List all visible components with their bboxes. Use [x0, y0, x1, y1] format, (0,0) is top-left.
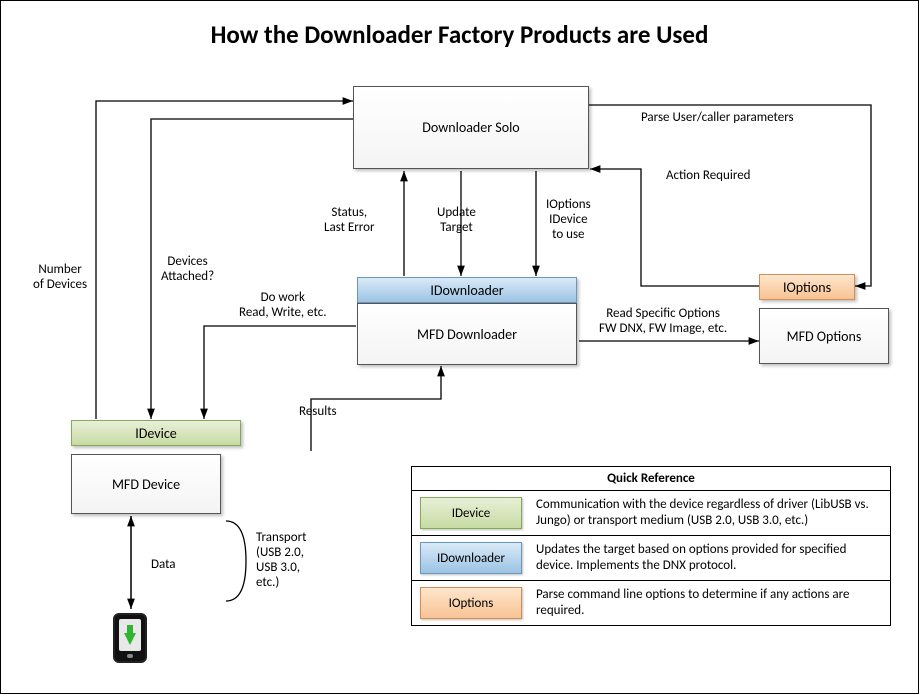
label-status-last-error: Status, Last Error [324, 206, 375, 236]
node-idevice: IDevice [71, 420, 241, 446]
node-label: IDownloader [430, 282, 503, 299]
label-number-of-devices: Number of Devices [33, 263, 87, 293]
chip-ioptions: IOptions [420, 587, 522, 619]
node-idownloader: IDownloader [357, 277, 577, 303]
node-downloader-solo: Downloader Solo [353, 86, 589, 169]
quick-reference-table: Quick Reference IDevice Communication wi… [411, 466, 891, 626]
diagram-canvas: How the Downloader Factory Products are … [0, 0, 919, 694]
quick-reference-desc: Communication with the device regardless… [536, 497, 882, 528]
node-mfd-options: MFD Options [759, 308, 889, 364]
quick-reference-row: IDevice Communication with the device re… [412, 491, 890, 536]
label-ioptions-idevice: IOptions IDevice to use [546, 198, 591, 243]
label-read-specific: Read Specific Options FW DNX, FW Image, … [599, 307, 727, 337]
label-results: Results [299, 405, 337, 420]
diagram-title: How the Downloader Factory Products are … [1, 19, 918, 50]
node-ioptions: IOptions [759, 274, 855, 300]
node-mfd-device: MFD Device [71, 454, 221, 514]
quick-reference-row: IOptions Parse command line options to d… [412, 581, 890, 625]
label-data: Data [151, 558, 176, 573]
label-do-work: Do work Read, Write, etc. [239, 291, 326, 321]
node-mfd-downloader: MFD Downloader [357, 303, 577, 365]
node-label: Downloader Solo [422, 119, 519, 136]
label-update-target: Update Target [437, 206, 476, 236]
quick-reference-heading: Quick Reference [412, 467, 890, 491]
chip-idevice: IDevice [420, 497, 522, 529]
label-transport: Transport (USB 2.0, USB 3.0, etc.) [256, 531, 307, 591]
chip-idownloader: IDownloader [420, 542, 522, 574]
label-devices-attached: Devices Attached? [161, 255, 214, 285]
node-label: IOptions [783, 279, 831, 296]
node-label: MFD Options [787, 328, 862, 345]
download-arrow-icon [124, 633, 136, 645]
label-parse-params: Parse User/caller parameters [641, 111, 794, 126]
quick-reference-desc: Updates the target based on options prov… [536, 542, 882, 573]
quick-reference-desc: Parse command line options to determine … [536, 587, 882, 618]
node-label: MFD Downloader [417, 326, 517, 343]
node-label: IDevice [135, 425, 176, 442]
label-action-required: Action Required [666, 169, 751, 184]
node-label: MFD Device [112, 476, 180, 493]
quick-reference-row: IDownloader Updates the target based on … [412, 536, 890, 581]
